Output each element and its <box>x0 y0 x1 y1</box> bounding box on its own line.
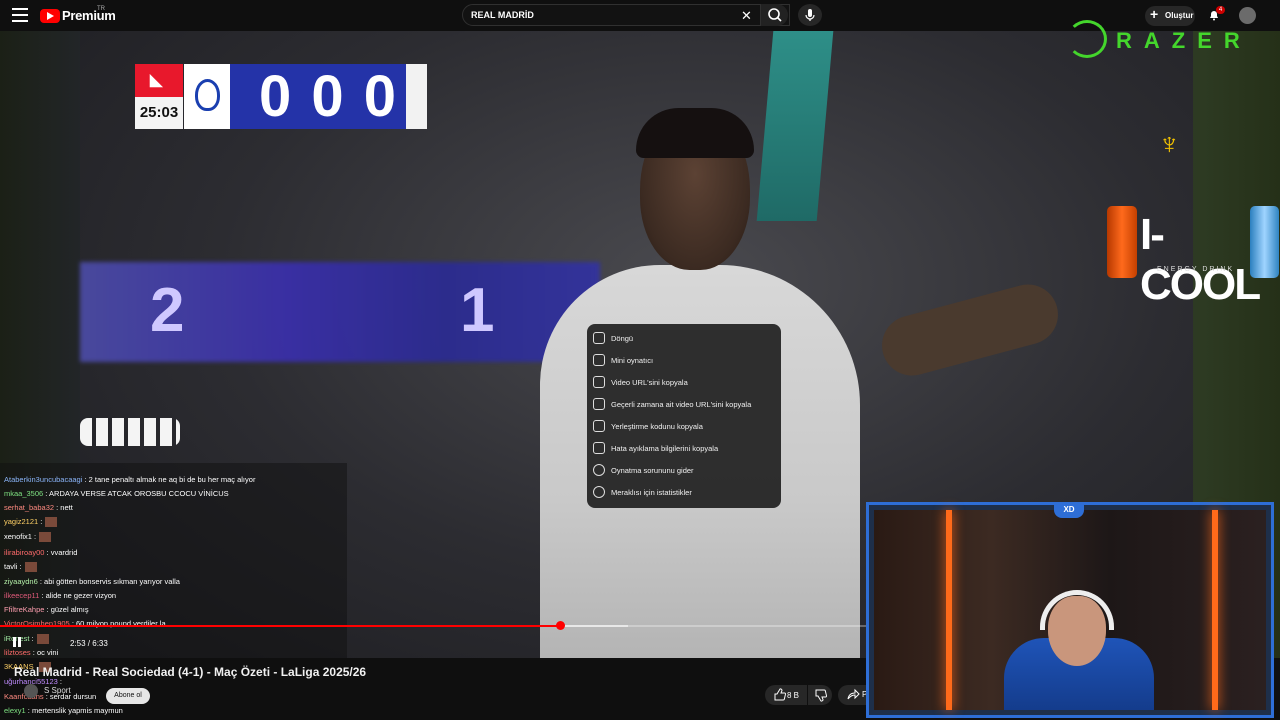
led-board-decoration <box>80 418 180 446</box>
chat-message: ilirabiroay00 : vvardrid <box>4 548 78 557</box>
icool-logo-text: I-COOL <box>1140 210 1261 309</box>
thumbs-up-icon <box>774 688 787 701</box>
chat-message: iRonest : <box>4 634 49 645</box>
help-icon <box>593 464 605 476</box>
chat-message: Ataberkin3uncubacaagi : 2 tane penaltı a… <box>4 475 256 484</box>
youtube-logo-icon[interactable] <box>40 9 60 23</box>
video-title: Real Madrid - Real Sociedad (4-1) - Maç … <box>14 665 367 679</box>
voice-search-button[interactable] <box>798 4 822 26</box>
menu-item-copy-url-time[interactable]: Geçerli zamana ait video URL'sini kopyal… <box>587 393 781 415</box>
goal-banner: 0 0 0 <box>230 64 427 129</box>
account-avatar[interactable] <box>1239 7 1256 24</box>
dislike-button[interactable] <box>808 685 832 705</box>
menu-item-copy-embed[interactable]: Yerleştirme kodunu kopyala <box>587 415 781 437</box>
player-hair <box>636 108 754 158</box>
channel-avatar[interactable] <box>24 684 38 698</box>
miniplayer-icon <box>593 354 605 366</box>
chat-message: ziyaaydn6 : abi götten bonservis sıkman … <box>4 577 180 586</box>
hamburger-menu-icon[interactable] <box>12 8 28 22</box>
thumbs-down-icon <box>815 689 828 702</box>
menu-item-stats[interactable]: Meraklısı için istatistikler <box>587 481 781 503</box>
goal-banner-text: 0 0 0 <box>259 64 398 129</box>
neon-light-right <box>1212 510 1218 710</box>
chat-message: yagiz2121 : <box>4 517 58 528</box>
video-context-menu: Döngü Mini oynatıcı Video URL'sini kopya… <box>587 324 781 508</box>
streamer-logo-icon: ♆ <box>1158 128 1181 161</box>
chat-message: FfiltreKahpe : güzel almış <box>4 605 89 614</box>
create-label[interactable]: Oluştur <box>1165 11 1193 20</box>
info-icon <box>593 486 605 498</box>
channel-name[interactable]: S Sport <box>44 686 71 695</box>
emote-icon <box>36 634 49 645</box>
microphone-icon <box>805 9 815 21</box>
stadium-score-away: 1 <box>460 276 495 345</box>
pause-icon[interactable] <box>12 637 22 647</box>
emote-icon <box>45 517 58 528</box>
chat-message: tavli : <box>4 562 37 573</box>
chat-message: mkaa_3506 : ARDAYA VERSE ATCAK OROSBU CC… <box>4 489 229 498</box>
goal-banner-edge <box>406 64 427 129</box>
emote-icon <box>39 532 52 543</box>
menu-item-copy-url[interactable]: Video URL'sini kopyala <box>587 371 781 393</box>
stadium-score-home: 2 <box>150 276 185 345</box>
webcam-badge: XD <box>1054 502 1084 518</box>
embed-icon <box>593 420 605 432</box>
region-code: TR <box>97 6 105 12</box>
emote-icon <box>24 562 37 573</box>
menu-item-copy-debug[interactable]: Hata ayıklama bilgilerini kopyala <box>587 437 781 459</box>
energy-can-orange <box>1107 206 1137 278</box>
like-count: 8 B <box>787 691 800 700</box>
chat-message: xenofix1 : <box>4 532 52 543</box>
menu-item-loop[interactable]: Döngü <box>587 327 781 349</box>
chat-message: ilkeecep11 : alide ne gezer vizyon <box>4 591 117 600</box>
premium-logo-text[interactable]: Premium <box>62 8 116 23</box>
like-button[interactable] <box>765 685 807 705</box>
live-chat-overlay: Ataberkin3uncubacaagi : 2 tane penaltı a… <box>0 463 347 720</box>
search-icon <box>768 8 782 22</box>
notification-count-badge: 4 <box>1216 6 1225 14</box>
progress-buffer <box>560 625 628 627</box>
real-madrid-crest-icon <box>195 79 220 111</box>
progress-scrubber[interactable] <box>556 621 565 630</box>
razer-snake-icon <box>1067 20 1107 58</box>
match-clock: 25:03 <box>135 97 183 129</box>
loop-icon <box>593 332 605 344</box>
chat-message: lilztoses : oc vini <box>4 648 59 657</box>
icool-tagline: ENERGY DRINK <box>1157 266 1235 273</box>
bug-icon <box>593 442 605 454</box>
menu-item-miniplayer[interactable]: Mini oynatıcı <box>587 349 781 371</box>
laliga-logo-icon: ◣ <box>150 72 163 89</box>
plus-icon: + <box>1150 6 1159 22</box>
time-display: 2:53 / 6:33 <box>70 639 108 648</box>
progress-played <box>0 625 560 627</box>
clear-search-icon[interactable]: ✕ <box>741 8 752 24</box>
razer-logo-text: RAZER <box>1116 28 1252 53</box>
link-time-icon <box>593 398 605 410</box>
neon-light-left <box>946 510 952 710</box>
subscribe-button[interactable]: Abone ol <box>106 688 150 704</box>
menu-item-troubleshoot[interactable]: Oynatma sorununu gider <box>587 459 781 481</box>
link-icon <box>593 376 605 388</box>
chat-message: elexy1 : mertenslik yapmis maymun <box>4 706 123 715</box>
search-input-value[interactable]: REAL MADRİD <box>471 10 534 20</box>
share-icon <box>847 688 860 700</box>
chat-message: serhat_baba32 : nett <box>4 503 73 512</box>
search-button[interactable] <box>760 4 788 26</box>
